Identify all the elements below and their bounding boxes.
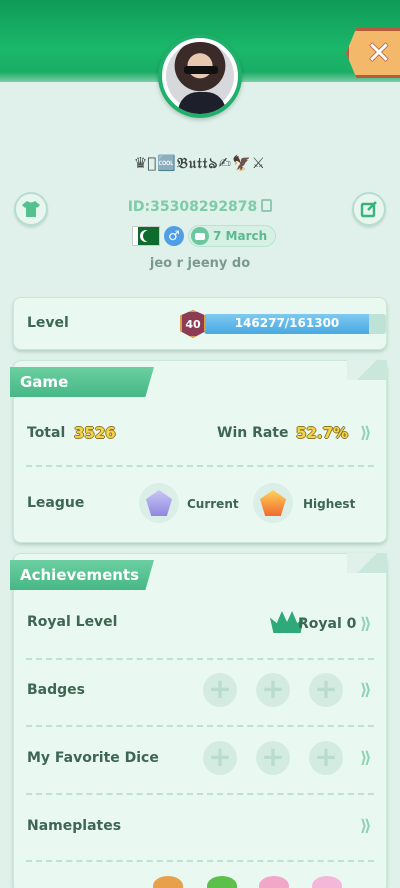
level-card: Level 146277/161300 40 [13,297,387,350]
total-value: 3526 [74,424,116,442]
xp-text: 146277/161300 [234,316,340,330]
divider [26,658,374,660]
badge-slot-2[interactable]: + [256,673,290,707]
nameplate-item-4-icon[interactable] [312,876,342,888]
current-league-label: Current [187,497,239,511]
badge-slot-3[interactable]: + [309,673,343,707]
divider [26,793,374,795]
dice-slot-1[interactable]: + [203,741,237,775]
badges-chevron-icon[interactable]: ⟫ [360,680,372,699]
xp-progress-bar: 146277/161300 [204,314,386,334]
player-signature: jeo r jeeny do [149,256,251,271]
divider [26,465,374,467]
player-id-text: ID:35308292878 [127,199,258,215]
nameplate-item-1-icon[interactable] [153,876,183,888]
game-stats-chevron-icon[interactable]: ⟫ [360,423,372,442]
royal-level-chevron-icon[interactable]: ⟫ [360,614,372,633]
dice-slot-3[interactable]: + [309,741,343,775]
game-stats-card: Game Total 3526 Win Rate 52.7% ⟫ League … [10,360,387,543]
nameplates-chevron-icon[interactable]: ⟫ [360,816,372,835]
achievements-card: Achievements Royal Level Royal 0 ⟫ Badge… [10,553,387,888]
profile-tags: ♂ 7 March [132,225,277,247]
nameplate-item-2-icon[interactable] [207,876,237,888]
favorite-dice-chevron-icon[interactable]: ⟫ [360,748,372,767]
level-badge: 40 [180,310,206,338]
nameplate-item-3-icon[interactable] [259,876,289,888]
player-id: ID:35308292878 [0,199,400,215]
divider [26,860,374,862]
favorite-dice-label: My Favorite Dice [27,750,159,766]
pakistan-flag-icon [132,226,160,246]
achievements-section-title: Achievements [10,560,154,590]
game-section-title: Game [10,367,154,397]
royal-level-label: Royal Level [27,614,118,630]
birthday-text: 7 March [213,229,268,243]
winrate-label: Win Rate [217,425,289,441]
badge-slot-1[interactable]: + [203,673,237,707]
total-label: Total [27,425,66,441]
dice-slot-2[interactable]: + [256,741,290,775]
birthday-badge: 7 March [188,225,277,247]
current-league-icon[interactable] [139,483,179,523]
badges-label: Badges [27,682,85,698]
avatar[interactable] [158,34,242,118]
close-icon: ✕ [366,35,392,71]
highest-league-icon[interactable] [253,483,293,523]
royal-level-value: Royal 0 [298,616,357,632]
cake-icon [191,227,209,245]
male-gender-icon: ♂ [164,226,184,246]
level-label: Level [27,315,69,331]
edit-icon [360,201,377,218]
divider [26,725,374,727]
winrate-value: 52.7% [296,424,349,442]
league-label: League [27,495,85,511]
close-button[interactable]: ✕ [346,28,400,78]
nameplates-label: Nameplates [27,818,122,834]
copy-icon[interactable] [261,199,273,212]
highest-league-label: Highest [303,497,356,511]
player-nickname: ♛⃝🆒𝔅𝔲𝔱𝔱ঌ✍🦅⚔ [133,154,267,172]
edit-profile-button[interactable] [352,192,386,226]
